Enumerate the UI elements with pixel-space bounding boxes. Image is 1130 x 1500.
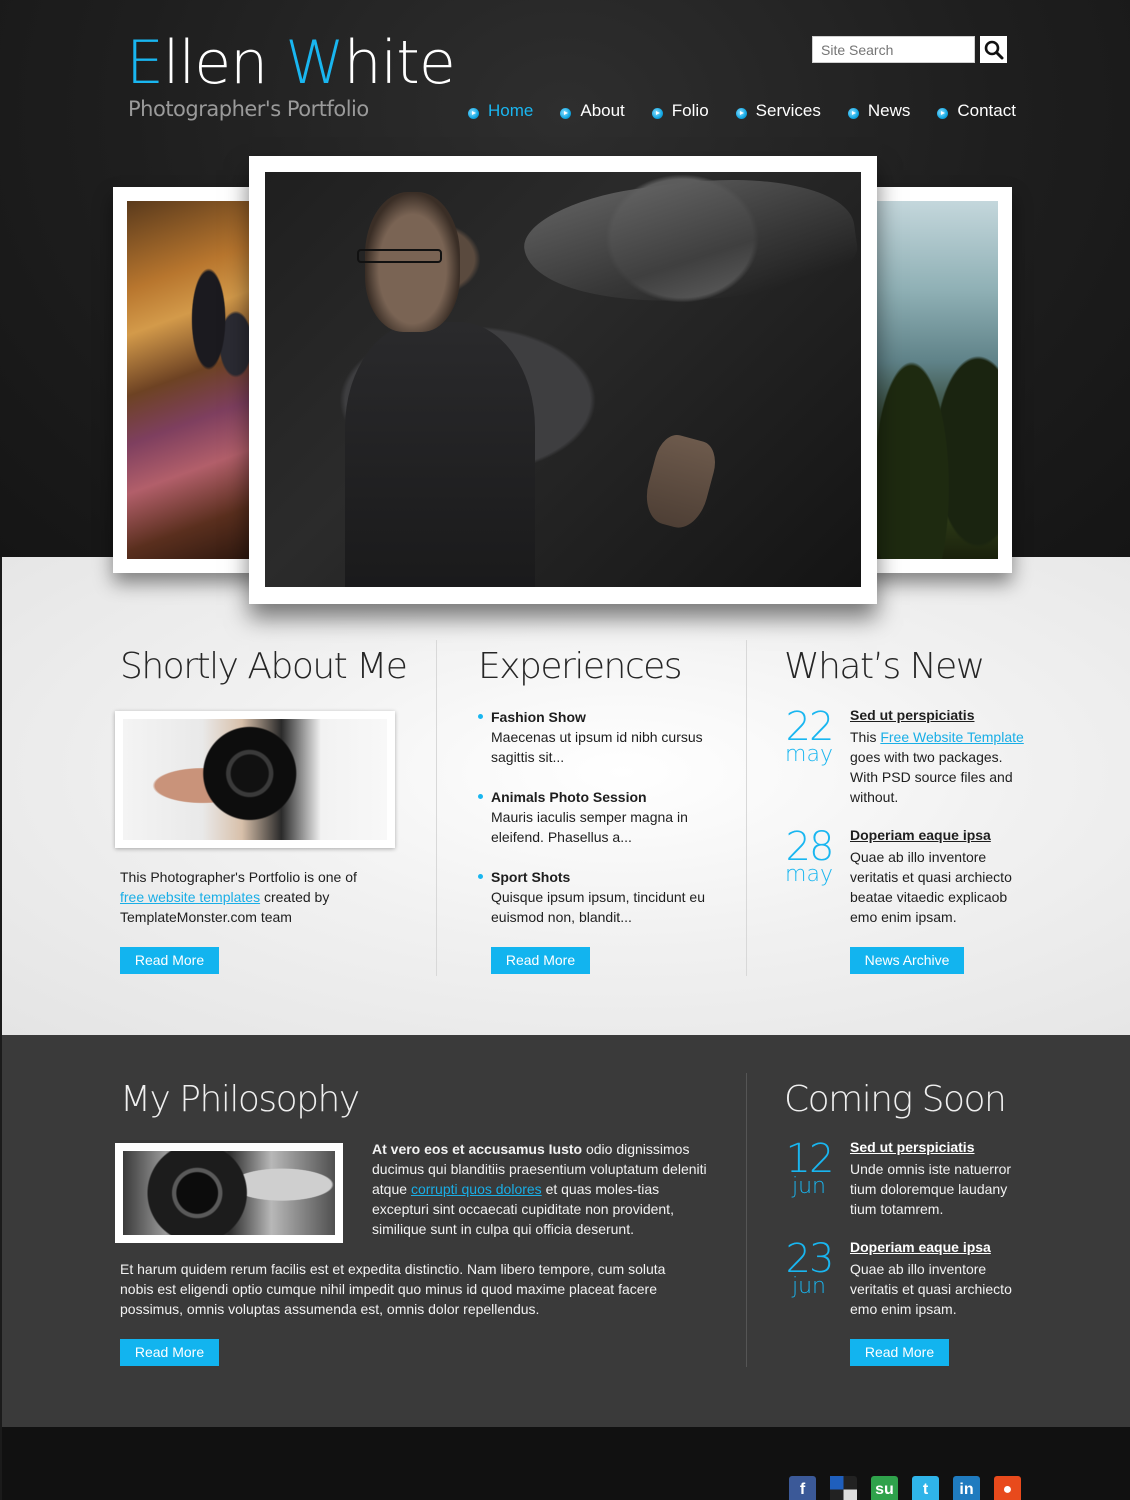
- delicious-icon[interactable]: [830, 1476, 857, 1500]
- list-item[interactable]: Sport Shots Quisque ipsum ipsum, tincidun…: [478, 867, 718, 927]
- nav-bullet-icon: [468, 107, 479, 119]
- site-logo[interactable]: Ellen White: [126, 26, 456, 100]
- logo-text-first: Ellen: [126, 28, 286, 98]
- reddit-icon[interactable]: ●: [994, 1476, 1021, 1500]
- event-date: 12 jun: [785, 1136, 835, 1199]
- about-photo: [115, 711, 395, 848]
- news-title-link[interactable]: Doperiam eaque ipsa: [850, 827, 991, 843]
- search-icon: [984, 40, 1003, 59]
- nav-about[interactable]: About: [560, 101, 625, 121]
- news-item: 28 may Doperiam eaque ipsa Quae ab illo i…: [784, 827, 1024, 937]
- event-title-link[interactable]: Sed ut perspiciatis: [850, 1139, 974, 1155]
- linkedin-icon[interactable]: in: [953, 1476, 980, 1500]
- list-item[interactable]: Animals Photo Session Mauris iaculis semp…: [478, 787, 718, 847]
- camera-photographer-image: [123, 719, 387, 840]
- twitter-icon[interactable]: t: [912, 1476, 939, 1500]
- nav-bullet-icon: [560, 107, 572, 119]
- slider-photo-left[interactable]: [113, 187, 263, 573]
- main-nav: Home About Folio Services News Contact: [468, 101, 1043, 121]
- logo-text-accent: W: [285, 28, 344, 98]
- about-read-more-button[interactable]: Read More: [120, 947, 219, 974]
- nav-contact[interactable]: Contact: [937, 101, 1016, 121]
- slider-photo-right[interactable]: [865, 187, 1012, 573]
- experiences-read-more-button[interactable]: Read More: [491, 947, 590, 974]
- news-date: 28 may: [785, 824, 834, 887]
- search-input[interactable]: [812, 36, 975, 63]
- coming-soon-heading: Coming Soon: [784, 1079, 1007, 1120]
- site-tagline: Photographer's Portfolio: [128, 97, 369, 121]
- site-search: [812, 36, 1007, 63]
- about-text: This Photographer's Portfolio is one of …: [120, 869, 357, 925]
- landscape-sky-image: [865, 201, 998, 559]
- event-title-link[interactable]: Doperiam eaque ipsa: [850, 1239, 991, 1255]
- experiences-heading: Experiences: [478, 646, 683, 687]
- event-body: Unde omnis iste natuerror tium doloremqu…: [850, 1161, 1012, 1217]
- philosophy-read-more-button[interactable]: Read More: [120, 1339, 219, 1366]
- free-templates-link[interactable]: free website templates: [120, 889, 260, 905]
- whats-new-heading: What’s New: [784, 646, 985, 687]
- nav-home[interactable]: Home: [468, 101, 533, 121]
- nav-bullet-icon: [735, 107, 747, 119]
- philosophy-intro: At vero eos et accusamus Iusto odio dign…: [372, 1141, 707, 1237]
- event-body: Quae ab illo inventore veritatis et quas…: [850, 1261, 1012, 1317]
- news-body: Quae ab illo inventore veritatis et quas…: [850, 849, 1012, 925]
- social-links: f su t in ●: [789, 1476, 1035, 1500]
- event-date: 23 jun: [785, 1236, 835, 1299]
- column-divider: [746, 640, 747, 976]
- list-item[interactable]: Fashion Show Maecenas ut ipsum id nibh cu…: [478, 707, 718, 767]
- free-website-template-link[interactable]: Free Website Template: [880, 729, 1023, 745]
- nav-services[interactable]: Services: [735, 101, 821, 121]
- slider-photo-main[interactable]: [249, 156, 877, 604]
- nav-bullet-icon: [651, 107, 663, 119]
- column-divider: [746, 1073, 747, 1367]
- news-body: This Free Website Template goes with two…: [850, 729, 1024, 805]
- bullet-icon: [478, 714, 483, 719]
- philosophy-heading: My Philosophy: [120, 1079, 360, 1120]
- about-heading: Shortly About Me: [120, 646, 408, 687]
- facebook-icon[interactable]: f: [789, 1476, 816, 1500]
- column-divider: [436, 640, 437, 976]
- sunglasses-portrait-image: [127, 201, 263, 559]
- nav-news[interactable]: News: [847, 101, 910, 121]
- camera-bw-image: [123, 1151, 335, 1235]
- stumbleupon-icon[interactable]: su: [871, 1476, 898, 1500]
- bullet-icon: [478, 794, 483, 799]
- philosophy-photo: [115, 1143, 343, 1243]
- corrupti-link[interactable]: corrupti quos dolores: [411, 1181, 542, 1197]
- coming-soon-read-more-button[interactable]: Read More: [850, 1339, 949, 1366]
- bullet-icon: [478, 874, 483, 879]
- event-item: 12 jun Sed ut perspiciatis Unde omnis ist…: [784, 1139, 1024, 1229]
- search-button[interactable]: [980, 36, 1007, 63]
- news-archive-button[interactable]: News Archive: [850, 947, 964, 974]
- news-date: 22 may: [785, 704, 834, 767]
- news-item: 22 may Sed ut perspiciatis This Free Webs…: [784, 707, 1024, 817]
- nav-bullet-icon: [937, 107, 949, 119]
- nav-bullet-icon: [847, 107, 859, 119]
- logo-text-rest: hite: [343, 28, 456, 98]
- philosophy-paragraph: Et harum quidem rerum facilis est et exp…: [120, 1261, 666, 1317]
- news-title-link[interactable]: Sed ut perspiciatis: [850, 707, 974, 723]
- nav-folio[interactable]: Folio: [651, 101, 709, 121]
- event-item: 23 jun Doperiam eaque ipsa Quae ab illo i…: [784, 1239, 1024, 1329]
- fashion-portrait-image: [265, 172, 861, 587]
